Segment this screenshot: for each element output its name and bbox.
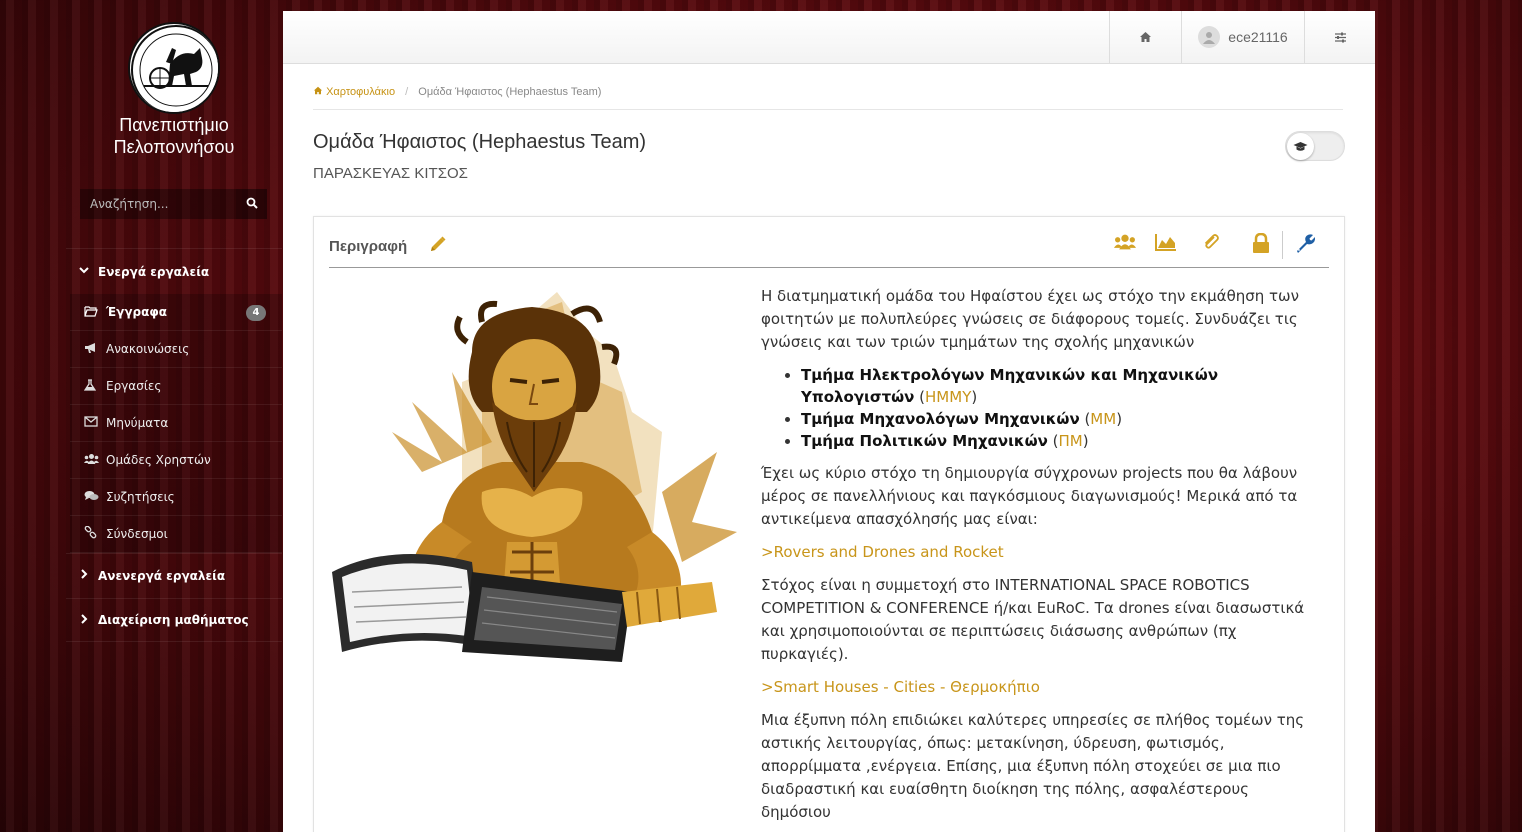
university-name-line1: Πανεπιστήμιο — [119, 115, 229, 135]
university-name: Πανεπιστήμιο Πελοποννήσου — [66, 114, 282, 158]
envelope-icon — [84, 416, 106, 430]
access-lock-button[interactable] — [1252, 232, 1270, 258]
breadcrumb-home-label: Χαρτοφυλάκιο — [326, 86, 396, 98]
chevron-down-icon — [78, 264, 90, 279]
sliders-icon — [1334, 32, 1346, 42]
home-icon — [313, 86, 323, 95]
description-panel: Περιγραφή Η διατμηματική ομάδα του Ηφαίσ… — [313, 216, 1345, 832]
student-view-toggle[interactable] — [1285, 131, 1345, 161]
section-active-tools[interactable]: Ενεργά εργαλεία — [66, 248, 282, 294]
list-item: Τμήμα Πολιτικών Μηχανικών (ΠΜ) — [801, 430, 1321, 452]
bullhorn-icon — [84, 342, 106, 357]
paperclip-icon — [1204, 234, 1219, 249]
users-button[interactable] — [1114, 233, 1136, 256]
sidebar-item-announcements[interactable]: Ανακοινώσεις — [70, 331, 282, 368]
home-icon — [1140, 32, 1151, 42]
topic-heading-rovers: >Rovers and Drones and Rocket — [761, 543, 1004, 561]
active-tools-menu: Έγγραφα 4 Ανακοινώσεις Εργασίες Μηνύματα — [70, 294, 282, 553]
list-item: Τμήμα Ηλεκτρολόγων Μηχανικών και Μηχανικ… — [801, 364, 1321, 408]
username: ece21116 — [1228, 29, 1288, 45]
section-inactive-tools-label: Ανενεργά εργαλεία — [98, 568, 226, 583]
list-item: Τμήμα Μηχανολόγων Μηχανικών (ΜΜ) — [801, 408, 1321, 430]
description-intro: Η διατμηματική ομάδα του Ηφαίστου έχει ω… — [761, 287, 1300, 351]
users-icon — [1114, 234, 1136, 250]
breadcrumb-divider — [313, 109, 1343, 110]
header-divider — [1282, 231, 1283, 259]
sidebar-item-messages[interactable]: Μηνύματα — [70, 405, 282, 442]
avatar — [1198, 26, 1221, 48]
topic-text-smart-cities: Μια έξυπνη πόλη επιδιώκει καλύτερες υπηρ… — [761, 711, 1305, 821]
comments-icon — [84, 490, 106, 505]
sidebar-item-assignments[interactable]: Εργασίες — [70, 368, 282, 405]
settings-button[interactable] — [1304, 11, 1375, 63]
sidebar-item-documents[interactable]: Έγγραφα 4 — [70, 294, 282, 331]
pencil-icon — [431, 236, 446, 251]
main-content: ece21116 Χαρτοφυλάκιο / Ομάδα Ήφαιστος (… — [283, 11, 1375, 832]
sidebar-item-links[interactable]: Σύνδεσμοι — [70, 516, 282, 553]
topic-text-rovers: Στόχος είναι η συμμετοχή στο INTERNATION… — [761, 576, 1305, 663]
course-instructor: ΠΑΡΑΣΚΕΥΑΣ ΚΙΤΣΟΣ — [313, 165, 468, 182]
section-course-admin[interactable]: Διαχείριση μαθήματος — [66, 598, 282, 642]
breadcrumb-separator: / — [405, 86, 409, 98]
topic-heading-smart-cities: >Smart Houses - Cities - Θερμοκήπιο — [761, 678, 1040, 696]
description-content: Η διατμηματική ομάδα του Ηφαίστου έχει ω… — [761, 285, 1321, 832]
department-abbr: ΗΜΜΥ — [925, 388, 972, 406]
flask-icon — [83, 378, 106, 394]
university-logo[interactable] — [128, 22, 220, 114]
sidebar-item-label: Συζητήσεις — [106, 490, 175, 504]
top-navbar: ece21116 — [283, 11, 1375, 64]
department-abbr: ΠΜ — [1058, 432, 1083, 450]
department-name: Τμήμα Μηχανολόγων Μηχανικών — [801, 410, 1080, 428]
departments-list: Τμήμα Ηλεκτρολόγων Μηχανικών και Μηχανικ… — [801, 364, 1321, 452]
sidebar-item-label: Εργασίες — [106, 379, 162, 393]
chevron-right-icon — [78, 568, 90, 583]
section-course-admin-label: Διαχείριση μαθήματος — [98, 613, 249, 627]
edit-description-button[interactable] — [429, 235, 447, 258]
breadcrumb: Χαρτοφυλάκιο / Ομάδα Ήφαιστος (Hephaestu… — [313, 86, 601, 98]
sidebar-search — [80, 189, 267, 219]
sidebar-item-label: Ομάδες Χρηστών — [106, 453, 211, 467]
home-button[interactable] — [1109, 11, 1181, 63]
folder-open-icon — [84, 305, 106, 320]
search-icon — [246, 197, 258, 209]
section-inactive-tools[interactable]: Ανενεργά εργαλεία — [66, 553, 282, 597]
panel-title: Περιγραφή — [329, 238, 408, 255]
wrench-icon — [1297, 234, 1316, 253]
search-input[interactable] — [80, 189, 236, 219]
users-icon — [84, 453, 106, 468]
sidebar-item-user-groups[interactable]: Ομάδες Χρηστών — [70, 442, 282, 479]
section-active-tools-label: Ενεργά εργαλεία — [98, 264, 210, 279]
statistics-button[interactable] — [1155, 233, 1177, 256]
sidebar-item-label: Ανακοινώσεις — [106, 342, 190, 356]
course-tools-button[interactable] — [1295, 233, 1316, 258]
link-icon — [84, 525, 106, 542]
area-chart-icon — [1155, 234, 1176, 251]
panel-header: Περιγραφή — [329, 217, 1329, 268]
description-goal: Έχει ως κύριο στόχο τη δημιουργία σύγχρο… — [761, 464, 1298, 528]
search-button[interactable] — [236, 189, 267, 219]
sidebar-item-label: Έγγραφα — [106, 305, 167, 319]
documents-count-badge: 4 — [246, 305, 266, 321]
chevron-right-icon — [78, 613, 90, 628]
attachments-button[interactable] — [1202, 233, 1220, 256]
department-abbr: ΜΜ — [1090, 410, 1117, 428]
lock-icon — [1253, 232, 1269, 253]
sidebar: Πανεπιστήμιο Πελοποννήσου Ενεργά εργαλεί… — [66, 0, 282, 832]
user-menu-button[interactable]: ece21116 — [1181, 11, 1304, 63]
user-icon — [1203, 31, 1216, 44]
breadcrumb-home-link[interactable]: Χαρτοφυλάκιο — [313, 86, 398, 98]
university-name-line2: Πελοποννήσου — [113, 137, 235, 157]
department-name: Τμήμα Πολιτικών Μηχανικών — [801, 432, 1048, 450]
department-name: Τμήμα Ηλεκτρολόγων Μηχανικών και Μηχανικ… — [801, 366, 1219, 406]
hephaestus-illustration — [332, 292, 737, 662]
graduation-cap-icon — [1287, 133, 1314, 160]
page-title: Ομάδα Ήφαιστος (Hephaestus Team) — [313, 131, 647, 153]
sidebar-item-label: Σύνδεσμοι — [106, 527, 168, 541]
sidebar-item-discussions[interactable]: Συζητήσεις — [70, 479, 282, 516]
sidebar-item-label: Μηνύματα — [106, 416, 169, 430]
breadcrumb-current: Ομάδα Ήφαιστος (Hephaestus Team) — [418, 86, 602, 98]
